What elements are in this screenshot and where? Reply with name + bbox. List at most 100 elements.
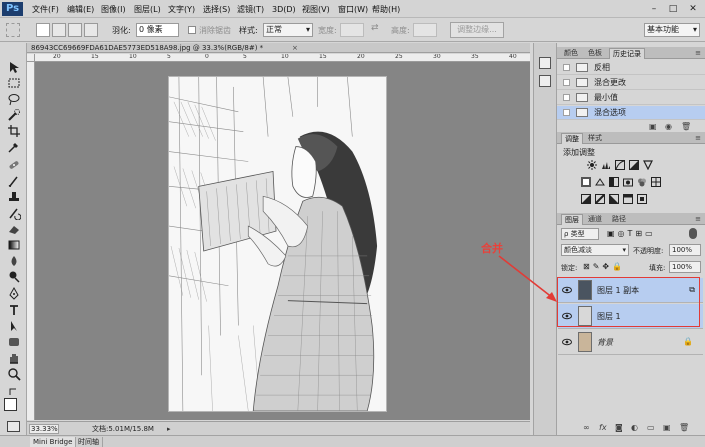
path-selection-tool-icon[interactable] — [7, 319, 21, 333]
tab-color[interactable]: 颜色 — [561, 48, 581, 59]
quick-mask-icon[interactable] — [7, 421, 20, 432]
dodge-tool-icon[interactable] — [7, 270, 21, 284]
panel-menu-icon[interactable]: ≡ — [695, 49, 701, 57]
history-checkbox[interactable] — [563, 64, 570, 71]
type-tool-icon[interactable] — [7, 303, 21, 317]
new-selection-icon[interactable] — [36, 23, 50, 37]
lock-icons[interactable]: ⊠✎✥🔒 — [583, 262, 625, 271]
menu-filter[interactable]: 滤镜(T) — [237, 3, 264, 16]
menu-edit[interactable]: 编辑(E) — [67, 3, 94, 16]
eyedropper-tool-icon[interactable] — [7, 140, 21, 154]
panel-menu-icon[interactable]: ≡ — [695, 134, 701, 142]
foreground-color-swatch[interactable] — [4, 398, 17, 411]
history-checkbox[interactable] — [563, 109, 570, 116]
hand-tool-icon[interactable] — [7, 351, 21, 365]
marquee-tool-icon[interactable] — [7, 76, 21, 90]
tab-channels[interactable]: 通道 — [585, 214, 605, 225]
fill-input[interactable]: 100% — [669, 261, 701, 273]
tab-history[interactable]: 历史记录 — [609, 48, 645, 59]
document-tab[interactable]: 86943CC69669FDA61DAE5773ED518A98.jpg @ 3… — [27, 43, 530, 53]
channel-mixer-icon[interactable] — [637, 177, 647, 187]
color-balance-icon[interactable] — [595, 177, 605, 187]
refine-edge-button[interactable]: 调整边缘... — [450, 22, 504, 38]
filter-toggle-icon[interactable] — [689, 228, 697, 239]
history-item-selected[interactable]: 混合选项 — [557, 106, 705, 120]
history-brush-tool-icon[interactable] — [7, 206, 22, 221]
history-checkbox[interactable] — [563, 79, 570, 86]
status-menu-arrow-icon[interactable]: ▸ — [167, 424, 171, 434]
gradient-tool-icon[interactable] — [7, 238, 21, 252]
swap-icon[interactable]: ⇄ — [371, 23, 379, 33]
exposure-icon[interactable] — [629, 160, 639, 170]
new-document-from-state-icon[interactable]: ▣ — [649, 122, 657, 132]
horizontal-ruler[interactable]: 20 15 10 5 0 5 10 15 20 25 30 35 40 — [35, 54, 530, 62]
panel-options-icon[interactable] — [539, 57, 551, 69]
healing-brush-tool-icon[interactable] — [7, 158, 21, 172]
history-item[interactable]: 混合更改 — [557, 76, 705, 90]
link-layers-icon[interactable]: ∞ — [583, 423, 590, 433]
tab-layers[interactable]: 图层 — [561, 214, 583, 225]
clone-stamp-tool-icon[interactable] — [7, 190, 21, 204]
feather-input[interactable]: 0 像素 — [136, 23, 179, 37]
selective-color-icon[interactable] — [637, 194, 647, 204]
menu-image[interactable]: 图像(I) — [101, 3, 126, 16]
eraser-tool-icon[interactable] — [7, 222, 21, 236]
menu-view[interactable]: 视图(V) — [302, 3, 330, 16]
blend-mode-select[interactable]: 颜色减淡 ▾ — [561, 244, 629, 256]
opacity-input[interactable]: 100% — [669, 244, 701, 256]
gradient-map-icon[interactable] — [623, 194, 633, 204]
shape-tool-icon[interactable] — [7, 335, 21, 349]
new-layer-icon[interactable]: ▣ — [663, 423, 671, 433]
style-select[interactable]: 正常 ▾ — [263, 23, 313, 37]
hue-saturation-icon[interactable] — [581, 177, 591, 187]
snapshot-icon[interactable]: ◉ — [665, 122, 672, 132]
height-input[interactable] — [413, 23, 437, 37]
add-mask-icon[interactable]: ◙ — [615, 423, 623, 433]
lasso-tool-icon[interactable] — [7, 92, 21, 106]
history-checkbox[interactable] — [563, 94, 570, 101]
menu-select[interactable]: 选择(S) — [203, 3, 230, 16]
photo-filter-icon[interactable] — [623, 177, 633, 187]
menu-3d[interactable]: 3D(D) — [272, 3, 296, 16]
invert-icon[interactable] — [581, 194, 591, 204]
pen-tool-icon[interactable] — [7, 286, 21, 301]
brush-tool-icon[interactable] — [7, 174, 21, 188]
add-selection-icon[interactable] — [52, 23, 66, 37]
delete-state-icon[interactable]: 🗑 — [681, 122, 691, 132]
vertical-ruler[interactable] — [27, 62, 35, 420]
menu-window[interactable]: 窗口(W) — [338, 3, 368, 16]
zoom-level-input[interactable]: 33.33% — [29, 424, 59, 434]
layer-style-icon[interactable]: fx — [599, 423, 607, 433]
panel-menu-icon[interactable]: ≡ — [695, 215, 701, 223]
intersect-selection-icon[interactable] — [84, 23, 98, 37]
document-size-info[interactable]: 文档:5.01M/15.8M — [92, 424, 154, 434]
color-lookup-icon[interactable] — [651, 177, 661, 187]
black-white-icon[interactable] — [609, 177, 619, 187]
visibility-eye-icon[interactable] — [562, 338, 572, 346]
paragraph-panel-icon[interactable] — [539, 75, 551, 87]
close-icon[interactable]: ✕ — [686, 3, 700, 15]
swap-colors-icon[interactable] — [7, 385, 21, 399]
layer-row[interactable]: 背景 🔒 — [558, 330, 703, 355]
tab-paths[interactable]: 路径 — [609, 214, 629, 225]
canvas-area[interactable] — [35, 62, 530, 420]
history-item[interactable]: 反相 — [557, 61, 705, 75]
quick-selection-tool-icon[interactable] — [7, 108, 21, 122]
subtract-selection-icon[interactable] — [68, 23, 82, 37]
layer-filter-select[interactable]: ρ 类型 — [561, 228, 599, 240]
crop-tool-icon[interactable] — [7, 124, 21, 138]
delete-layer-icon[interactable]: 🗑 — [679, 423, 689, 433]
posterize-icon[interactable] — [595, 194, 605, 204]
brightness-icon[interactable] — [587, 160, 597, 170]
workspace-select[interactable]: 基本功能 ▾ — [644, 23, 700, 37]
new-group-icon[interactable]: ▭ — [647, 423, 655, 433]
layer-filter-icons[interactable]: ▣◎T⊞▭ — [607, 229, 656, 238]
vibrance-icon[interactable] — [643, 160, 653, 170]
threshold-icon[interactable] — [609, 194, 619, 204]
levels-icon[interactable] — [601, 160, 611, 170]
menu-type[interactable]: 文字(Y) — [168, 3, 195, 16]
new-adjustment-layer-icon[interactable]: ◐ — [631, 423, 638, 433]
menu-help[interactable]: 帮助(H) — [372, 3, 400, 16]
history-item[interactable]: 最小值 — [557, 91, 705, 105]
menu-layer[interactable]: 图层(L) — [134, 3, 161, 16]
